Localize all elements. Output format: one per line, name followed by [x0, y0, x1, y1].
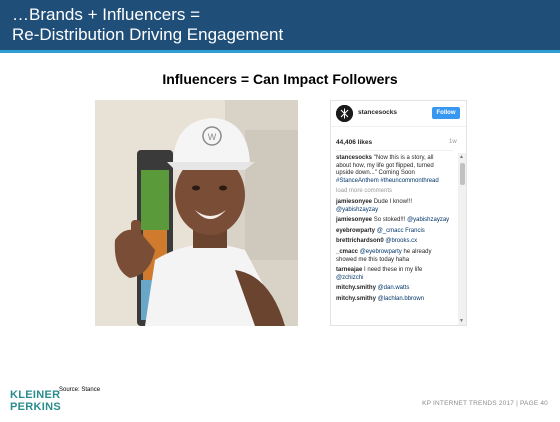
- comment-mention[interactable]: @zchizchi: [336, 275, 363, 281]
- comment-text: So stoked!!!: [373, 217, 408, 224]
- comment-user[interactable]: _cmacc: [336, 249, 358, 255]
- comment-mention[interactable]: @_cmacc Francis: [377, 228, 425, 234]
- post-username[interactable]: stancesocks: [358, 109, 397, 116]
- comment-item: jamiesonyee Dude I know!!! @yabishzayzay: [336, 199, 450, 214]
- load-more-comments[interactable]: load more comments: [336, 188, 450, 196]
- comment-mention[interactable]: @lachlan.bbrown: [378, 296, 424, 302]
- slide-header: …Brands + Influencers = Re-Distribution …: [0, 0, 560, 50]
- title-line-1: …Brands + Influencers =: [12, 5, 201, 24]
- header-rule: [0, 50, 560, 53]
- comment-user[interactable]: brettrichardson0: [336, 238, 384, 244]
- comment-item: mitchy.smithy @lachlan.bbrown: [336, 296, 450, 304]
- comment-mention[interactable]: @yabishzayzay: [407, 217, 449, 223]
- svg-text:W: W: [208, 132, 217, 142]
- comment-mention[interactable]: @dan.watts: [378, 285, 410, 291]
- divider: [336, 150, 453, 151]
- post-time: 1w: [449, 139, 457, 145]
- caption: stancesocks "Now this is a story, all ab…: [336, 155, 450, 185]
- comment-text: I need these in my life: [364, 267, 423, 274]
- comment-user[interactable]: jamiesonyee: [336, 217, 372, 223]
- slide-subtitle: Influencers = Can Impact Followers: [162, 71, 398, 87]
- comment-user[interactable]: eyebrowparty: [336, 228, 375, 234]
- instagram-post-panel: stancesocks Follow 44,406 likes 1w stanc…: [330, 100, 467, 326]
- comment-mention[interactable]: @eyebrowparty: [360, 249, 402, 255]
- logo-line-1: KLEINER: [10, 389, 61, 401]
- likes-count[interactable]: 44,406 likes: [336, 139, 372, 146]
- logo-line-2: PERKINS: [10, 401, 61, 413]
- comment-item: mitchy.smithy @dan.watts: [336, 285, 450, 293]
- follow-button[interactable]: Follow: [432, 107, 460, 119]
- title-line-2: Re-Distribution Driving Engagement: [12, 25, 284, 44]
- comment-item: jamiesonyee So stoked!!! @yabishzayzay: [336, 217, 450, 225]
- comment-user[interactable]: mitchy.smithy: [336, 296, 376, 302]
- caption-user[interactable]: stancesocks: [336, 155, 372, 161]
- caption-tags[interactable]: #StanceAnthem #theuncommonthread: [336, 178, 439, 184]
- comment-user[interactable]: jamiesonyee: [336, 199, 372, 205]
- comments-list: stancesocks "Now this is a story, all ab…: [336, 155, 450, 307]
- comment-user[interactable]: mitchy.smithy: [336, 285, 376, 291]
- comment-item: brettrichardson0 @brooks.cx: [336, 238, 450, 246]
- comment-item: tarneajae I need these in my life @zchiz…: [336, 267, 450, 282]
- source-note: Source: Stance: [59, 387, 101, 393]
- comment-user[interactable]: tarneajae: [336, 267, 362, 273]
- comment-item: _cmacc @eyebrowparty he already showed m…: [336, 249, 450, 264]
- comment-item: eyebrowparty @_cmacc Francis: [336, 228, 450, 236]
- comments-scrollbar[interactable]: ▲ ▼: [458, 153, 466, 325]
- comment-mention[interactable]: @brooks.cx: [385, 238, 417, 244]
- stance-avatar[interactable]: [336, 105, 353, 122]
- stance-logo-icon: [336, 105, 353, 122]
- comment-text: Dude I know!!!: [373, 198, 413, 205]
- scroll-up-icon[interactable]: ▲: [459, 154, 464, 160]
- scroll-down-icon[interactable]: ▼: [459, 318, 464, 324]
- photo-illustration: W: [95, 100, 298, 326]
- scroll-thumb[interactable]: [460, 163, 465, 185]
- kleiner-perkins-logo: KLEINER PERKINS: [10, 389, 61, 413]
- influencer-photo: W: [95, 100, 298, 326]
- page-footer: KP INTERNET TRENDS 2017 | PAGE 40: [422, 400, 548, 407]
- post-header: stancesocks Follow: [331, 101, 466, 127]
- comment-mention[interactable]: @yabishzayzay: [336, 207, 378, 213]
